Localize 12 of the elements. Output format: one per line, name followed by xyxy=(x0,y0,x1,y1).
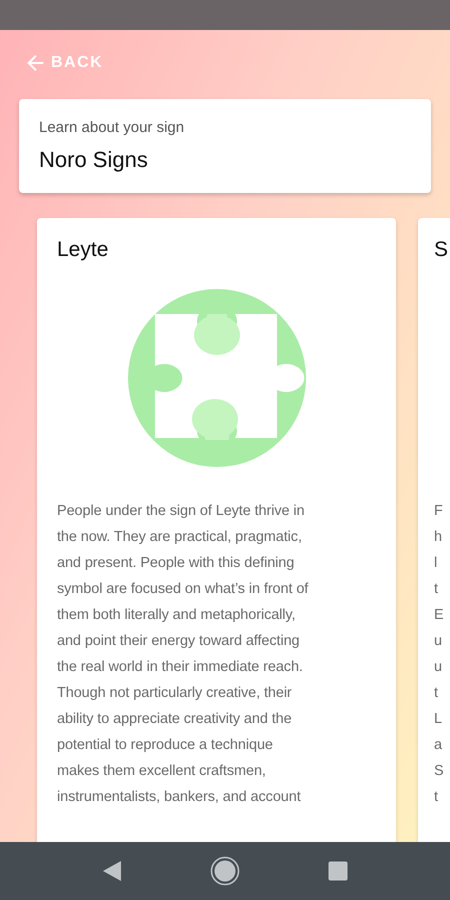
sign-title: S xyxy=(434,238,450,262)
sign-title: Leyte xyxy=(57,238,110,262)
recents-square-icon[interactable] xyxy=(328,861,348,881)
header-subtitle: Learn about your sign xyxy=(39,119,186,136)
back-triangle-icon[interactable] xyxy=(102,860,122,882)
puzzle-icon xyxy=(126,286,306,470)
sign-card[interactable] xyxy=(37,218,396,842)
sign-description: People under the sign of Leyte thrive in the now. They are practical, pragmatic, and present. People with this defining symbol are focused on what’s in front of them both literally and metaphorically, and point their energy toward affecting the real world in their immediate reach. Though not particularly creative, their ability to appreciate creativity and the potential to reproduce a technique makes them excellent craftsmen, instrumentalists, bankers, and account xyxy=(57,502,310,807)
home-circle-icon[interactable] xyxy=(210,856,240,886)
sign-description: F h l t E u u t L a S t xyxy=(434,502,445,807)
sign-card[interactable]: S F h l t E u u t L a S t xyxy=(418,218,450,842)
header-title: Noro Signs xyxy=(39,147,149,173)
